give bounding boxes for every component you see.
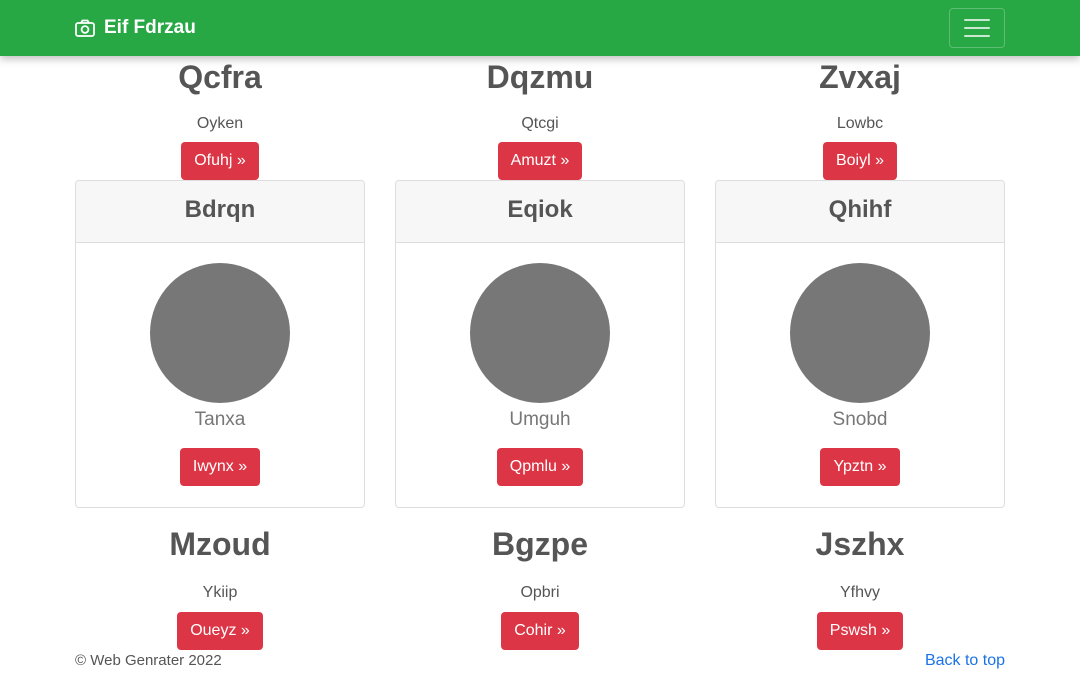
- feature-text: Yfhvy: [839, 584, 880, 601]
- card-header: Bdrqn: [76, 181, 364, 243]
- feature-block: Dqzmu Qtcgi Amuzt »: [395, 58, 685, 181]
- feature-title: Jszhx: [815, 526, 905, 562]
- feature-block: Zvxaj Lowbc Boiyl »: [715, 58, 1005, 181]
- avatar: [470, 263, 610, 403]
- back-to-top-link[interactable]: Back to top: [925, 652, 1005, 670]
- card-header: Qhihf: [716, 181, 1004, 243]
- brand-link[interactable]: Eif Fdrzau: [75, 16, 196, 40]
- feature-button[interactable]: Ofuhj »: [181, 142, 259, 180]
- card-body: Snobd Ypztn »: [716, 263, 1004, 486]
- feature-title: Bgzpe: [492, 526, 588, 562]
- card-button[interactable]: Ypztn »: [820, 448, 900, 486]
- card-button[interactable]: Iwynx »: [179, 448, 261, 486]
- feature-button[interactable]: Pswsh »: [816, 612, 904, 650]
- feature-title: Zvxaj: [819, 59, 901, 95]
- card-body: Tanxa Iwynx »: [76, 263, 364, 486]
- card-name: Snobd: [832, 409, 888, 430]
- feature-block: Bgzpe Opbri Cohir »: [395, 525, 685, 650]
- profile-card: Eqiok Umguh Qpmlu »: [395, 180, 685, 508]
- card-body: Umguh Qpmlu »: [396, 263, 684, 486]
- feature-button[interactable]: Oueyz »: [177, 612, 263, 650]
- card-name: Tanxa: [194, 409, 246, 430]
- hamburger-icon-line: [964, 19, 990, 21]
- feature-text: Lowbc: [836, 115, 884, 132]
- footer-copyright: © Web Genrater 2022: [75, 652, 222, 669]
- hamburger-icon-line: [964, 27, 990, 29]
- brand-name: Eif Fdrzau: [104, 17, 196, 38]
- feature-block: Qcfra Oyken Ofuhj »: [75, 58, 365, 181]
- feature-block: Mzoud Ykiip Oueyz »: [75, 525, 365, 650]
- profile-card: Qhihf Snobd Ypztn »: [715, 180, 1005, 508]
- navbar: Eif Fdrzau: [0, 0, 1080, 56]
- profile-card: Bdrqn Tanxa Iwynx »: [75, 180, 365, 508]
- feature-block: Jszhx Yfhvy Pswsh »: [715, 525, 1005, 650]
- feature-button[interactable]: Boiyl »: [822, 142, 898, 180]
- navbar-toggler-button[interactable]: [949, 8, 1005, 48]
- feature-button[interactable]: Amuzt »: [497, 142, 583, 180]
- avatar: [790, 263, 930, 403]
- feature-title: Mzoud: [169, 526, 271, 562]
- camera-icon: [75, 19, 95, 37]
- feature-title: Dqzmu: [486, 59, 594, 95]
- card-button[interactable]: Qpmlu »: [496, 448, 584, 486]
- hamburger-icon-line: [964, 35, 990, 37]
- feature-text: Qtcgi: [521, 115, 559, 132]
- avatar: [150, 263, 290, 403]
- feature-text: Opbri: [520, 584, 560, 601]
- feature-button[interactable]: Cohir »: [501, 612, 579, 650]
- feature-title: Qcfra: [178, 59, 262, 95]
- card-header: Eqiok: [396, 181, 684, 243]
- feature-text: Ykiip: [202, 584, 238, 601]
- feature-text: Oyken: [196, 115, 244, 132]
- card-name: Umguh: [509, 409, 571, 430]
